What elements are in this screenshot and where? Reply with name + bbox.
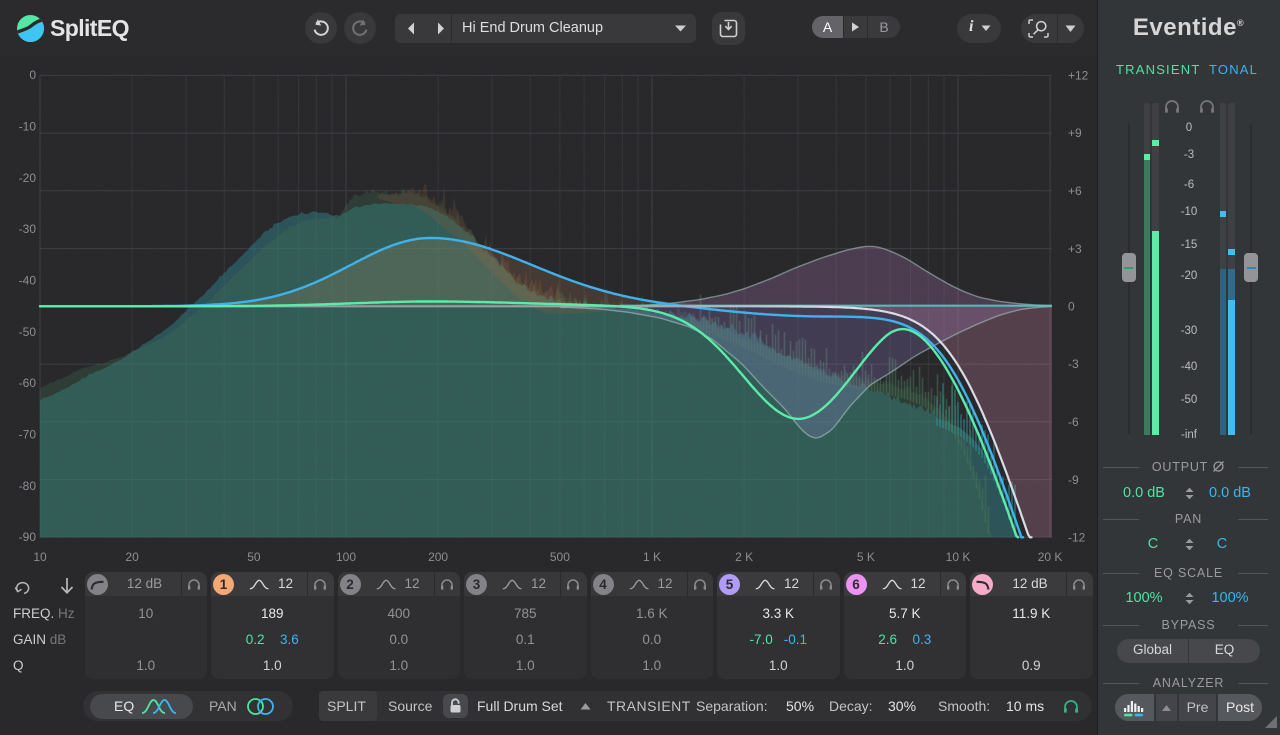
- svg-text:+9: +9: [1068, 126, 1082, 140]
- svg-text:-80: -80: [19, 479, 37, 493]
- svg-text:20: 20: [125, 550, 139, 564]
- svg-text:+3: +3: [1068, 242, 1082, 256]
- svg-text:-20: -20: [19, 171, 37, 185]
- svg-text:-70: -70: [19, 428, 37, 442]
- svg-text:-60: -60: [19, 376, 37, 390]
- svg-text:100: 100: [336, 550, 356, 564]
- svg-text:20 K: 20 K: [1038, 550, 1063, 564]
- svg-text:-9: -9: [1068, 473, 1079, 487]
- svg-text:-12: -12: [1068, 531, 1086, 545]
- svg-text:+12: +12: [1068, 69, 1089, 83]
- svg-text:10 K: 10 K: [946, 550, 971, 564]
- svg-text:500: 500: [550, 550, 570, 564]
- svg-text:+6: +6: [1068, 184, 1082, 198]
- svg-text:-50: -50: [19, 325, 37, 339]
- svg-text:-40: -40: [19, 274, 37, 288]
- svg-text:-3: -3: [1068, 357, 1079, 371]
- svg-text:-90: -90: [19, 530, 37, 544]
- svg-text:5 K: 5 K: [857, 550, 875, 564]
- svg-text:10: 10: [33, 550, 47, 564]
- svg-text:-10: -10: [19, 120, 37, 134]
- svg-text:200: 200: [428, 550, 448, 564]
- svg-text:50: 50: [247, 550, 261, 564]
- svg-text:1 K: 1 K: [643, 550, 661, 564]
- svg-text:-6: -6: [1068, 415, 1079, 429]
- svg-text:0: 0: [1068, 300, 1075, 314]
- svg-text:2 K: 2 K: [735, 550, 753, 564]
- svg-text:0: 0: [29, 68, 36, 82]
- svg-text:-30: -30: [19, 222, 37, 236]
